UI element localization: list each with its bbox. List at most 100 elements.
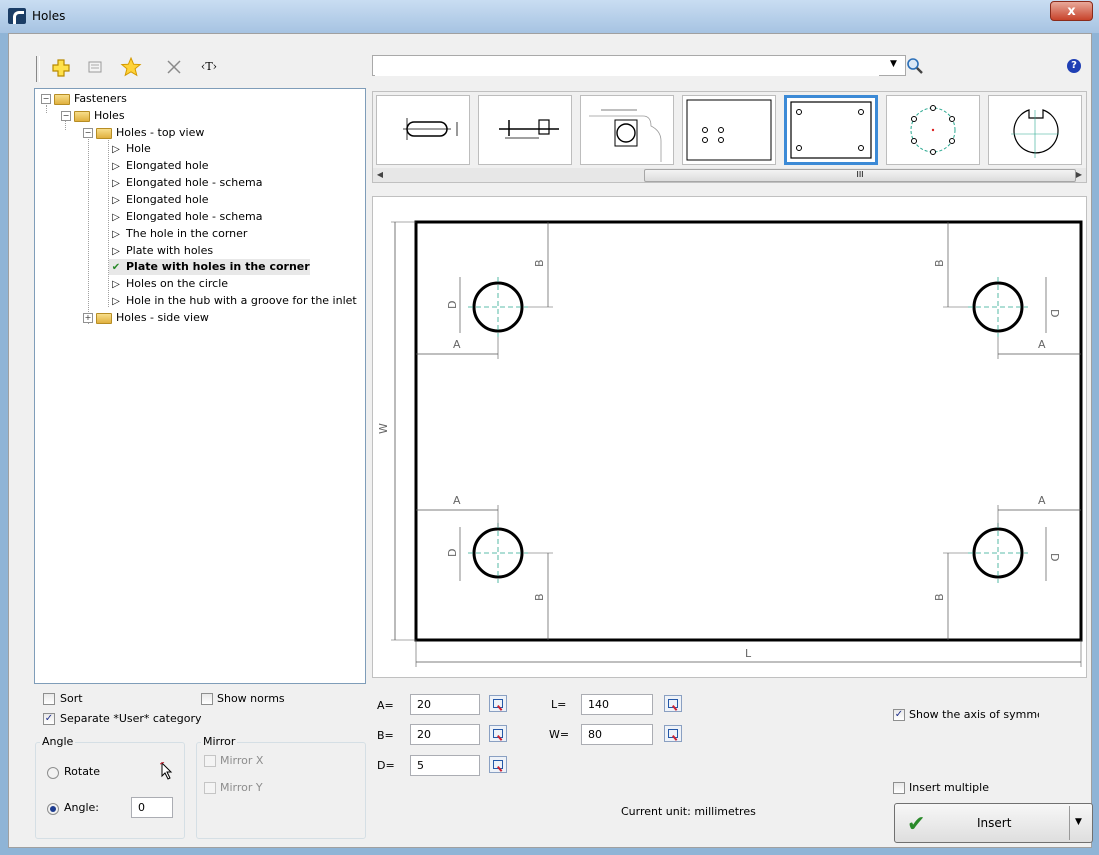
window-title: Holes bbox=[32, 9, 66, 23]
angle-field[interactable] bbox=[131, 797, 173, 818]
tree-item-hole-in-corner[interactable]: ▷ The hole in the corner bbox=[109, 226, 247, 242]
insert-button-label: Insert bbox=[977, 816, 1012, 830]
toolbar-grip[interactable] bbox=[36, 56, 40, 82]
dim-label-a: A bbox=[453, 494, 461, 507]
dim-label-b: B bbox=[533, 259, 546, 267]
tree-item-elongated-hole-schema-2[interactable]: ▷ Elongated hole - schema bbox=[109, 209, 262, 225]
properties-icon[interactable] bbox=[84, 56, 106, 78]
param-d-input[interactable] bbox=[415, 758, 479, 773]
pick-l-icon[interactable] bbox=[664, 695, 682, 712]
dim-label-l: L bbox=[745, 647, 752, 660]
chevron-down-icon[interactable]: ▼ bbox=[890, 59, 897, 69]
current-unit-status: Current unit: millimetres bbox=[621, 805, 756, 818]
hole-bottom-left bbox=[416, 505, 553, 640]
category-tree[interactable]: − Fasteners − Holes − Holes - top view ▷ Hol… bbox=[34, 88, 366, 684]
separate-user-checkbox[interactable]: ✓ bbox=[43, 713, 55, 725]
dim-label-d: D bbox=[446, 549, 459, 557]
search-combobox[interactable] bbox=[372, 55, 906, 76]
show-axis-label: Show the axis of symmetr bbox=[909, 708, 1039, 721]
thumbnail-elongated-hole-side[interactable] bbox=[478, 95, 572, 165]
close-button[interactable]: x bbox=[1050, 1, 1093, 21]
drawing-preview: A A A A B B B B D D D D W L bbox=[372, 196, 1087, 678]
thumbnail-holes-on-circle[interactable] bbox=[886, 95, 980, 165]
show-axis-checkbox[interactable]: ✓ bbox=[893, 709, 905, 721]
tree-node-holes-side-view[interactable]: + Holes - side view bbox=[83, 310, 209, 326]
tree-item-hole-in-hub[interactable]: ▷ Hole in the hub with a groove for the i… bbox=[109, 293, 357, 309]
pick-a-icon[interactable] bbox=[489, 695, 507, 712]
param-w-input[interactable] bbox=[586, 727, 652, 742]
title-bar: Holes x bbox=[0, 0, 1099, 33]
expand-icon[interactable]: + bbox=[83, 313, 93, 323]
tree-item-plate-with-holes[interactable]: ▷ Plate with holes bbox=[109, 243, 213, 259]
angle-label: Angle: bbox=[64, 801, 100, 814]
thumbnail-hole-in-corner[interactable] bbox=[580, 95, 674, 165]
scroll-left-icon[interactable]: ◀ bbox=[373, 168, 387, 182]
thumbnail-plate-with-holes-in-corner[interactable] bbox=[784, 95, 878, 165]
hole-bottom-right bbox=[943, 505, 1081, 640]
thumbnail-hole-in-hub[interactable] bbox=[988, 95, 1082, 165]
pick-d-icon[interactable] bbox=[489, 756, 507, 773]
block-icon: ▷ bbox=[112, 279, 120, 290]
param-l-label: L= bbox=[551, 698, 567, 711]
folder-icon bbox=[74, 110, 90, 122]
search-icon[interactable] bbox=[906, 57, 924, 75]
collapse-icon[interactable]: − bbox=[61, 111, 71, 121]
dim-label-a: A bbox=[1038, 494, 1046, 507]
param-d-field[interactable] bbox=[410, 755, 480, 776]
delete-icon[interactable] bbox=[163, 56, 185, 78]
tree-item-holes-on-circle[interactable]: ▷ Holes on the circle bbox=[109, 276, 228, 292]
mirror-y-checkbox[interactable] bbox=[204, 782, 216, 794]
add-icon[interactable] bbox=[50, 56, 72, 78]
plate-drawing: A A A A B B B B D D D D W L bbox=[377, 220, 1083, 667]
param-b-field[interactable] bbox=[410, 724, 480, 745]
param-w-field[interactable] bbox=[581, 724, 653, 745]
text-tool-button[interactable]: ‹T› bbox=[198, 56, 220, 78]
pick-b-icon[interactable] bbox=[489, 725, 507, 742]
folder-icon bbox=[96, 312, 112, 324]
scroll-right-icon[interactable]: ▶ bbox=[1072, 168, 1086, 182]
scrollbar-thumb[interactable]: III bbox=[644, 169, 1076, 182]
favorite-star-icon[interactable] bbox=[120, 56, 142, 78]
tree-node-holes-top-view[interactable]: − Holes - top view bbox=[83, 125, 204, 141]
pick-w-icon[interactable] bbox=[664, 725, 682, 742]
angle-input[interactable] bbox=[136, 800, 172, 815]
param-a-field[interactable] bbox=[410, 694, 480, 715]
param-l-input[interactable] bbox=[586, 697, 652, 712]
angle-radio[interactable] bbox=[47, 803, 59, 815]
rotate-radio[interactable] bbox=[47, 767, 59, 779]
search-input[interactable] bbox=[375, 57, 879, 76]
tree-node-fasteners[interactable]: − Fasteners bbox=[41, 91, 127, 107]
thumbnail-plate-with-holes[interactable] bbox=[682, 95, 776, 165]
block-icon: ▷ bbox=[112, 195, 120, 206]
tree-item-elongated-hole-2[interactable]: ▷ Elongated hole bbox=[109, 192, 208, 208]
angle-group bbox=[35, 742, 185, 839]
app-icon bbox=[8, 8, 26, 24]
tree-item-elongated-hole[interactable]: ▷ Elongated hole bbox=[109, 158, 208, 174]
dim-label-a: A bbox=[453, 338, 461, 351]
insert-multiple-checkbox[interactable] bbox=[893, 782, 905, 794]
chevron-down-icon[interactable]: ▼ bbox=[1075, 817, 1082, 827]
dim-label-b: B bbox=[933, 259, 946, 267]
thumbnail-scrollbar[interactable]: ◀ III ▶ bbox=[373, 168, 1086, 182]
hole-top-left bbox=[416, 222, 553, 359]
tree-item-hole[interactable]: ▷ Hole bbox=[109, 141, 151, 157]
help-icon[interactable]: ? bbox=[1067, 59, 1081, 73]
param-l-field[interactable] bbox=[581, 694, 653, 715]
collapse-icon[interactable]: − bbox=[83, 128, 93, 138]
block-icon: ▷ bbox=[112, 144, 120, 155]
param-b-input[interactable] bbox=[415, 727, 479, 742]
tree-item-elongated-hole-schema[interactable]: ▷ Elongated hole - schema bbox=[109, 175, 262, 191]
pick-cursor-icon[interactable] bbox=[159, 761, 174, 780]
collapse-icon[interactable]: − bbox=[41, 94, 51, 104]
thumbnail-elongated-hole[interactable] bbox=[376, 95, 470, 165]
param-b-label: B= bbox=[377, 729, 394, 742]
mirror-x-label: Mirror X bbox=[220, 754, 264, 767]
show-norms-checkbox[interactable] bbox=[201, 693, 213, 705]
param-a-input[interactable] bbox=[415, 697, 479, 712]
tree-node-holes[interactable]: − Holes bbox=[61, 108, 125, 124]
sort-checkbox[interactable] bbox=[43, 693, 55, 705]
mirror-x-checkbox[interactable] bbox=[204, 755, 216, 767]
tree-item-plate-with-holes-in-corner[interactable]: ✔ Plate with holes in the corner bbox=[109, 259, 310, 275]
block-icon: ▷ bbox=[112, 212, 120, 223]
insert-button[interactable]: ✔ Insert ▼ bbox=[894, 803, 1093, 843]
